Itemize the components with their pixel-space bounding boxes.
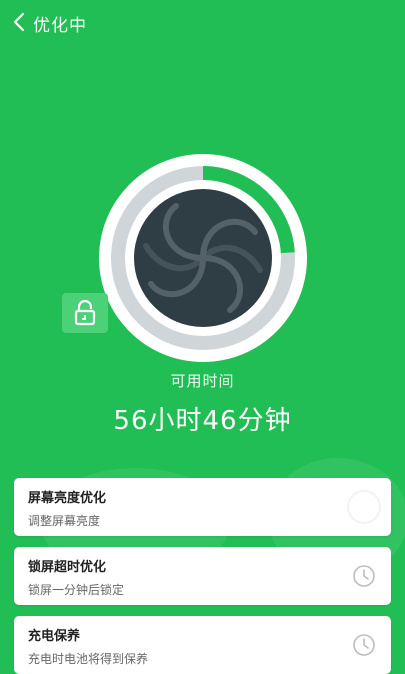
clock-icon — [353, 634, 375, 656]
list-item-charging-care[interactable]: 充电保养 充电时电池将得到保养 — [14, 616, 391, 674]
item-status — [347, 559, 381, 593]
list-item-lock-timeout[interactable]: 锁屏超时优化 锁屏一分钟后锁定 — [14, 547, 391, 605]
top-bar: 优化中 — [0, 0, 405, 44]
item-desc: 调整屏幕亮度 — [28, 514, 101, 528]
page-title: 优化中 — [33, 16, 87, 36]
available-time-value: 56小时46分钟 — [113, 406, 292, 436]
lock-badge[interactable] — [62, 293, 108, 333]
lock-icon — [74, 300, 96, 326]
back-button[interactable] — [8, 10, 30, 34]
item-desc: 锁屏一分钟后锁定 — [28, 583, 125, 597]
battery-gauge — [90, 152, 320, 367]
gauge-ring — [99, 154, 307, 362]
clock-icon — [353, 565, 375, 587]
item-title: 充电保养 — [28, 629, 81, 644]
item-status — [347, 490, 381, 524]
item-title: 屏幕亮度优化 — [28, 491, 107, 506]
item-title: 锁屏超时优化 — [28, 560, 107, 575]
available-time-label: 可用时间 — [170, 372, 235, 390]
chevron-left-icon — [13, 12, 25, 32]
list-item-brightness[interactable]: 屏幕亮度优化 调整屏幕亮度 — [14, 478, 391, 536]
loading-ring-icon — [347, 490, 381, 524]
item-desc: 充电时电池将得到保养 — [28, 652, 149, 666]
item-status — [347, 628, 381, 662]
